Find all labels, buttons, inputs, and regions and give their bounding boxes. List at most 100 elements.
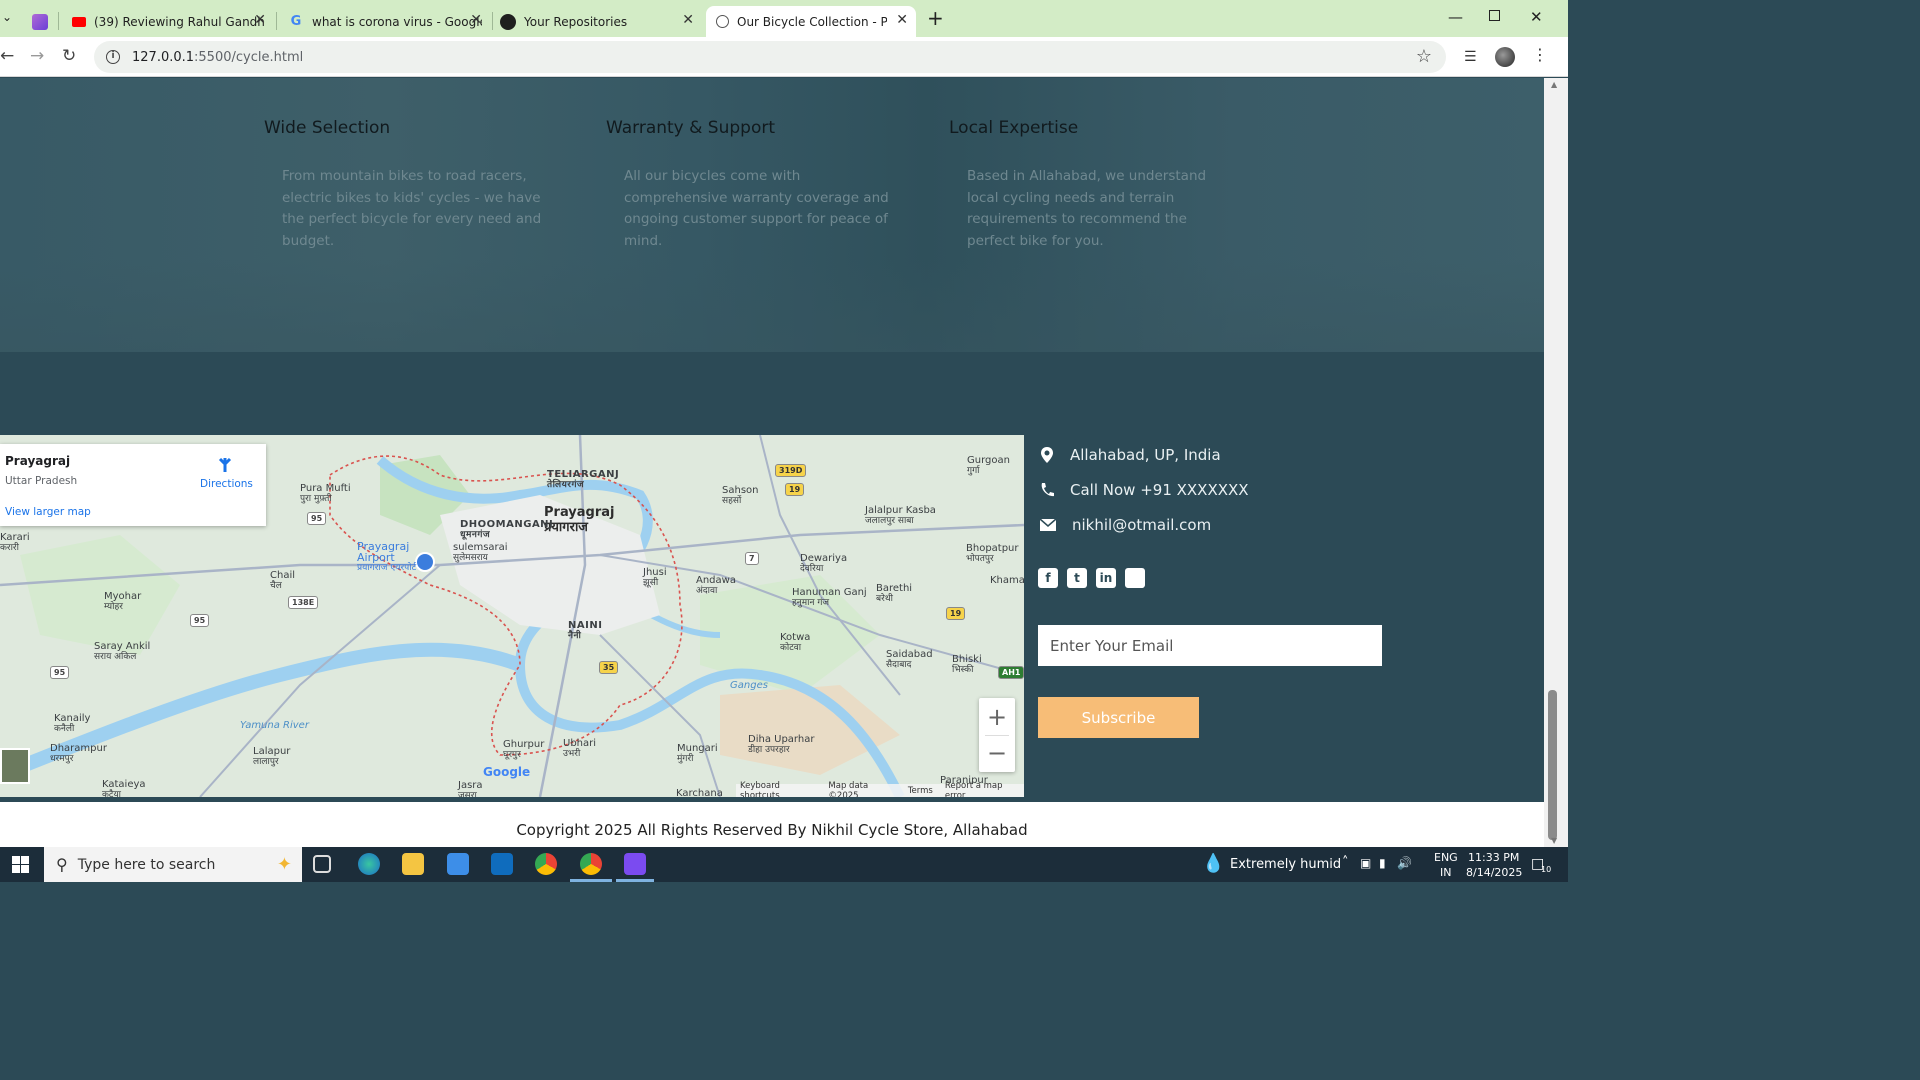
- region-indicator[interactable]: IN: [1440, 866, 1451, 879]
- map-place-label[interactable]: Kataieya कटैया: [102, 779, 146, 797]
- chrome-active-icon[interactable]: [580, 853, 602, 875]
- scroll-thumb[interactable]: [1548, 690, 1557, 840]
- embedded-map[interactable]: Prayagraj प्रयागराज TELIARGANJ तेलियरगंज D…: [0, 435, 1024, 797]
- scroll-up-icon[interactable]: ▲: [1551, 80, 1557, 89]
- map-place-label[interactable]: Ghurpur घूरपुर: [503, 739, 544, 761]
- close-tab-icon[interactable]: ✕: [254, 12, 266, 28]
- zoom-out-button[interactable]: −: [979, 736, 1015, 770]
- media-control-icon[interactable]: ☰: [1464, 49, 1477, 65]
- map-place-label[interactable]: DHOOMANGANJ धूमनगंज: [460, 519, 553, 541]
- page-scrollbar[interactable]: ▲ ▼: [1544, 78, 1568, 847]
- directions-icon[interactable]: [216, 456, 234, 474]
- map-place-label[interactable]: Karari करारी: [0, 532, 30, 554]
- close-window-icon[interactable]: ✕: [1530, 8, 1543, 26]
- map-place-label[interactable]: Lalapur लालापुर: [253, 746, 290, 768]
- language-indicator[interactable]: ENG: [1434, 851, 1458, 864]
- volume-icon[interactable]: 🔊: [1397, 856, 1412, 870]
- reload-icon[interactable]: ↻: [62, 46, 76, 66]
- clock-time[interactable]: 11:33 PM: [1468, 851, 1519, 864]
- tab-pinned-app[interactable]: [22, 6, 56, 37]
- map-place-label[interactable]: Myohar म्योहर: [104, 591, 141, 613]
- map-place-label[interactable]: Dewariya देवरिया: [800, 553, 847, 575]
- map-place-label[interactable]: Yamuna River: [240, 720, 309, 731]
- copilot-sparkle-icon[interactable]: ✦: [277, 854, 292, 875]
- map-place-label[interactable]: NAINI नैनी: [568, 620, 602, 642]
- map-place-label[interactable]: Kanaily कनैली: [54, 713, 90, 735]
- new-tab-button[interactable]: +: [927, 6, 944, 30]
- map-place-label[interactable]: Barethi बरेथी: [876, 583, 912, 605]
- outlook-icon[interactable]: [491, 853, 513, 875]
- hidden-icons-chevron-icon[interactable]: ˄: [1342, 855, 1349, 870]
- clock-date[interactable]: 8/14/2025: [1466, 866, 1522, 879]
- battery-icon[interactable]: ▮: [1379, 856, 1386, 870]
- tab-youtube[interactable]: (39) Reviewing Rahul Gandhi's L ✕: [62, 6, 274, 37]
- map-place-label[interactable]: Jasra जसरा: [458, 780, 483, 797]
- view-larger-map-link[interactable]: View larger map: [5, 506, 91, 518]
- site-info-icon[interactable]: i: [106, 50, 120, 64]
- directions-link[interactable]: Directions: [200, 478, 253, 490]
- map-place-label[interactable]: Andawa अंदावा: [696, 575, 736, 597]
- browser-menu-icon[interactable]: ⋮: [1532, 45, 1548, 64]
- close-tab-icon[interactable]: ✕: [470, 12, 482, 28]
- map-satellite-toggle[interactable]: [0, 748, 30, 784]
- report-map-error-link[interactable]: Report a map error: [945, 781, 1020, 798]
- chrome-icon[interactable]: [535, 853, 557, 875]
- map-place-label[interactable]: Pura Mufti पुरा मुफ़्ती: [300, 483, 351, 505]
- back-icon[interactable]: ←: [0, 46, 14, 66]
- task-view-icon[interactable]: [313, 855, 331, 873]
- scroll-down-icon[interactable]: ▼: [1551, 836, 1557, 845]
- bookmark-star-icon[interactable]: ☆: [1416, 46, 1432, 67]
- map-place-label[interactable]: Ubhari उभरी: [563, 738, 596, 760]
- url-input[interactable]: i 127.0.0.1:5500/cycle.html ☆: [94, 41, 1446, 73]
- app-launcher-icon[interactable]: [624, 853, 646, 875]
- map-place-label[interactable]: Chail चैल: [270, 570, 295, 592]
- map-place-label[interactable]: Bhiski भिस्की: [952, 654, 982, 676]
- map-place-label[interactable]: Saidabad सैदाबाद: [886, 649, 933, 671]
- avatar[interactable]: [1495, 47, 1515, 67]
- tab-google[interactable]: G what is corona virus - Google S ✕: [278, 6, 490, 37]
- map-place-label[interactable]: Prayagraj Airport प्रयागराज एयरपोर्ट: [357, 541, 417, 574]
- microsoft-store-icon[interactable]: [447, 853, 469, 875]
- weather-text[interactable]: Extremely humid: [1230, 857, 1341, 872]
- tab-bicycle-collection[interactable]: Our Bicycle Collection - Premiu ✕: [706, 6, 916, 37]
- map-place-label[interactable]: Sahson सहसों: [722, 485, 758, 507]
- edge-icon[interactable]: [358, 853, 380, 875]
- newsletter-email-input[interactable]: [1038, 625, 1382, 666]
- forward-icon[interactable]: →: [30, 46, 44, 66]
- map-place-label[interactable]: Diha Uparhar डीहा उपरहार: [748, 734, 814, 756]
- file-explorer-icon[interactable]: [402, 853, 424, 875]
- map-place-label[interactable]: Bhopatpur भोपतपुर: [966, 543, 1019, 565]
- zoom-in-button[interactable]: +: [979, 700, 1015, 734]
- weather-drop-icon[interactable]: 💧: [1202, 853, 1224, 874]
- linkedin-icon[interactable]: in: [1096, 568, 1116, 588]
- terms-link[interactable]: Terms: [908, 786, 933, 796]
- map-place-label[interactable]: Gurgoan गुर्गा: [967, 455, 1010, 477]
- network-icon[interactable]: ▣: [1360, 856, 1371, 870]
- map-place-label[interactable]: Saray Ankil सराय अकिल: [94, 641, 150, 663]
- email-text[interactable]: nikhil@otmail.com: [1072, 516, 1211, 534]
- map-place-label[interactable]: Jalalpur Kasba जलालपुर साबा: [865, 505, 936, 527]
- tab-search-chevron-icon[interactable]: ⌄: [2, 10, 12, 24]
- map-place-label[interactable]: Ganges: [730, 680, 768, 691]
- twitter-icon[interactable]: t: [1067, 568, 1087, 588]
- map-place-label[interactable]: sulemsarai सुलेमसराय: [453, 542, 508, 564]
- phone-text[interactable]: Call Now +91 XXXXXXX: [1070, 481, 1249, 499]
- taskbar-search-box[interactable]: ⚲ Type here to search ✦: [44, 847, 302, 882]
- map-place-label[interactable]: TELIARGANJ तेलियरगंज: [547, 469, 619, 491]
- map-place-label[interactable]: Mungari मुंगरी: [677, 743, 718, 765]
- maximize-icon[interactable]: [1489, 10, 1500, 21]
- windows-start-icon[interactable]: [12, 856, 29, 873]
- map-place-label[interactable]: Hanuman Ganj हनुमान गंज: [792, 587, 867, 609]
- subscribe-button[interactable]: Subscribe: [1038, 697, 1199, 738]
- keyboard-shortcuts-link[interactable]: Keyboard shortcuts: [740, 781, 816, 798]
- facebook-icon[interactable]: f: [1038, 568, 1058, 588]
- close-tab-icon[interactable]: ✕: [682, 12, 694, 28]
- tab-github[interactable]: Your Repositories ✕: [490, 6, 702, 37]
- map-place-label[interactable]: Kotwa कोटवा: [780, 632, 810, 654]
- map-place-label[interactable]: Dharampur धरमपुर: [50, 743, 107, 765]
- map-place-label[interactable]: Khama: [990, 575, 1024, 586]
- minimize-icon[interactable]: —: [1448, 8, 1463, 26]
- map-place-label[interactable]: Jhusi झूसी: [643, 567, 667, 589]
- instagram-icon[interactable]: [1125, 568, 1145, 588]
- map-place-label[interactable]: Karchana: [676, 788, 723, 797]
